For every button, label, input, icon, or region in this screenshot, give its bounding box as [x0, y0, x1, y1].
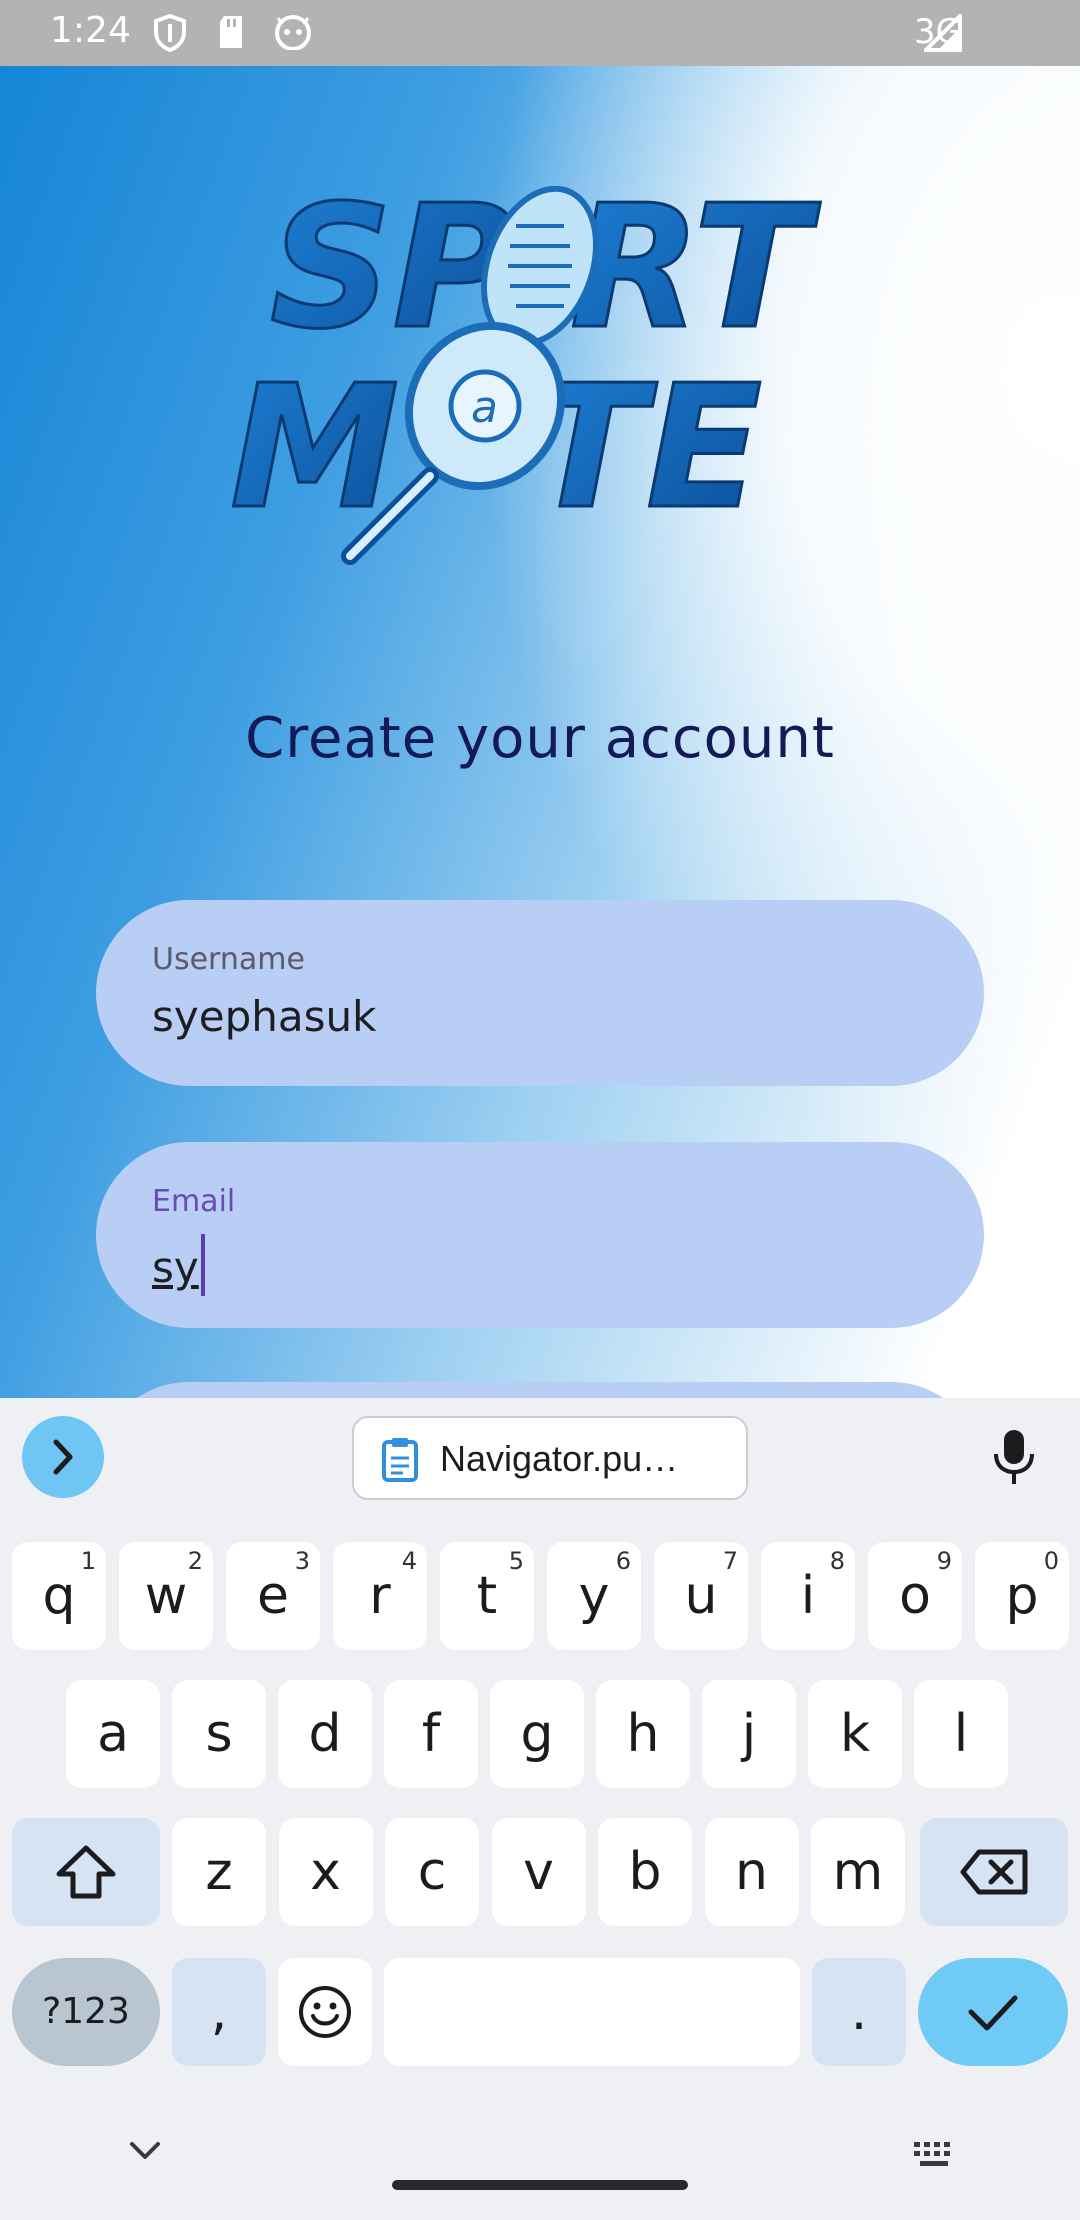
key-hint: 0	[1043, 1547, 1059, 1575]
key-i[interactable]: i8	[761, 1542, 855, 1650]
key-c[interactable]: c	[385, 1818, 479, 1926]
key-hint: 3	[294, 1547, 310, 1575]
enter-key[interactable]	[918, 1958, 1068, 2066]
period-key[interactable]: .	[812, 1958, 906, 2066]
clipboard-icon	[380, 1436, 420, 1487]
key-label: q	[42, 1566, 76, 1626]
email-value: sy	[152, 1243, 199, 1292]
keyboard-switch-icon[interactable]	[912, 2140, 958, 2175]
key-hint: 7	[722, 1547, 738, 1575]
signal-icon	[921, 11, 962, 57]
key-v[interactable]: v	[491, 1818, 586, 1926]
status-bar: 1:24 3G	[0, 0, 1080, 66]
key-q[interactable]: q1	[12, 1542, 106, 1650]
key-hint: 1	[80, 1547, 96, 1575]
email-field[interactable]: Email sy	[96, 1142, 984, 1328]
username-field[interactable]: Username syephasuk	[96, 900, 984, 1086]
key-h[interactable]: h	[596, 1680, 690, 1788]
key-label: i	[800, 1566, 816, 1626]
key-hint: 9	[936, 1547, 952, 1575]
signup-screen: SP RT M TE a Create your account Usernam…	[0, 66, 1080, 1398]
key-label: t	[476, 1566, 498, 1626]
svg-text:M: M	[230, 349, 399, 547]
next-field[interactable]	[96, 1382, 984, 1398]
emoji-key[interactable]	[278, 1958, 372, 2066]
key-w[interactable]: w2	[119, 1542, 213, 1650]
key-label: w	[144, 1566, 188, 1626]
emoji-icon	[299, 1986, 351, 2038]
text-cursor	[200, 1234, 205, 1296]
sd-card-icon	[216, 14, 246, 55]
key-g[interactable]: g	[490, 1680, 584, 1788]
key-o[interactable]: o9	[868, 1542, 962, 1650]
key-k[interactable]: k	[808, 1680, 902, 1788]
key-label: o	[899, 1566, 931, 1626]
email-input[interactable]: sy	[152, 1234, 205, 1296]
key-s[interactable]: s	[172, 1680, 266, 1788]
sportmate-logo: SP RT M TE a	[229, 168, 850, 566]
home-indicator[interactable]	[392, 2180, 688, 2190]
svg-text:RT: RT	[570, 186, 821, 367]
android-icon	[274, 14, 312, 55]
key-a[interactable]: a	[66, 1680, 160, 1788]
svg-text:TE: TE	[530, 349, 762, 547]
status-time: 1:24	[50, 10, 131, 51]
key-d[interactable]: d	[278, 1680, 372, 1788]
backspace-key[interactable]	[920, 1818, 1068, 1926]
key-n[interactable]: n	[704, 1818, 799, 1926]
checkmark-icon	[968, 1995, 1018, 2031]
key-l[interactable]: l	[914, 1680, 1008, 1788]
key-hint: 2	[187, 1547, 203, 1575]
space-key[interactable]	[384, 1958, 800, 2066]
shift-key[interactable]	[12, 1818, 160, 1926]
key-t[interactable]: t5	[440, 1542, 534, 1650]
key-label: p	[1005, 1566, 1039, 1626]
username-label: Username	[152, 942, 305, 977]
shield-icon	[152, 13, 188, 57]
chevron-right-icon	[53, 1439, 73, 1475]
key-hint: 8	[829, 1547, 845, 1575]
key-hint: 5	[508, 1547, 524, 1575]
svg-text:a: a	[471, 382, 498, 433]
key-label: r	[369, 1566, 391, 1626]
key-f[interactable]: f	[384, 1680, 478, 1788]
key-y[interactable]: y6	[547, 1542, 641, 1650]
key-e[interactable]: e3	[226, 1542, 320, 1650]
key-r[interactable]: r4	[333, 1542, 427, 1650]
key-label: y	[578, 1566, 610, 1626]
key-x[interactable]: x	[278, 1818, 373, 1926]
key-hint: 6	[615, 1547, 631, 1575]
key-z[interactable]: z	[172, 1818, 266, 1926]
key-b[interactable]: b	[598, 1818, 692, 1926]
key-u[interactable]: u7	[654, 1542, 748, 1650]
shift-icon	[56, 1845, 116, 1899]
comma-key[interactable]: ,	[172, 1958, 266, 2066]
key-hint: 4	[401, 1547, 417, 1575]
chevron-down-icon[interactable]	[128, 2140, 162, 2167]
expand-toolbar-button[interactable]	[22, 1416, 104, 1498]
backspace-icon	[960, 1849, 1028, 1895]
key-p[interactable]: p0	[975, 1542, 1069, 1650]
key-m[interactable]: m	[811, 1818, 905, 1926]
page-title: Create your account	[245, 706, 835, 771]
email-label: Email	[152, 1184, 236, 1219]
key-label: e	[257, 1566, 289, 1626]
key-label: u	[684, 1566, 718, 1626]
key-j[interactable]: j	[702, 1680, 796, 1788]
symbols-key[interactable]: ?123	[12, 1958, 160, 2066]
clipboard-text: Navigator.pu…	[440, 1438, 679, 1479]
keyboard: Navigator.pu… q1w2e3r4t5y6u7i8o9p0 asdfg…	[0, 1398, 1080, 2220]
username-value[interactable]: syephasuk	[152, 992, 376, 1041]
clipboard-suggestion[interactable]: Navigator.pu…	[352, 1416, 748, 1500]
microphone-icon[interactable]	[990, 1428, 1038, 1491]
